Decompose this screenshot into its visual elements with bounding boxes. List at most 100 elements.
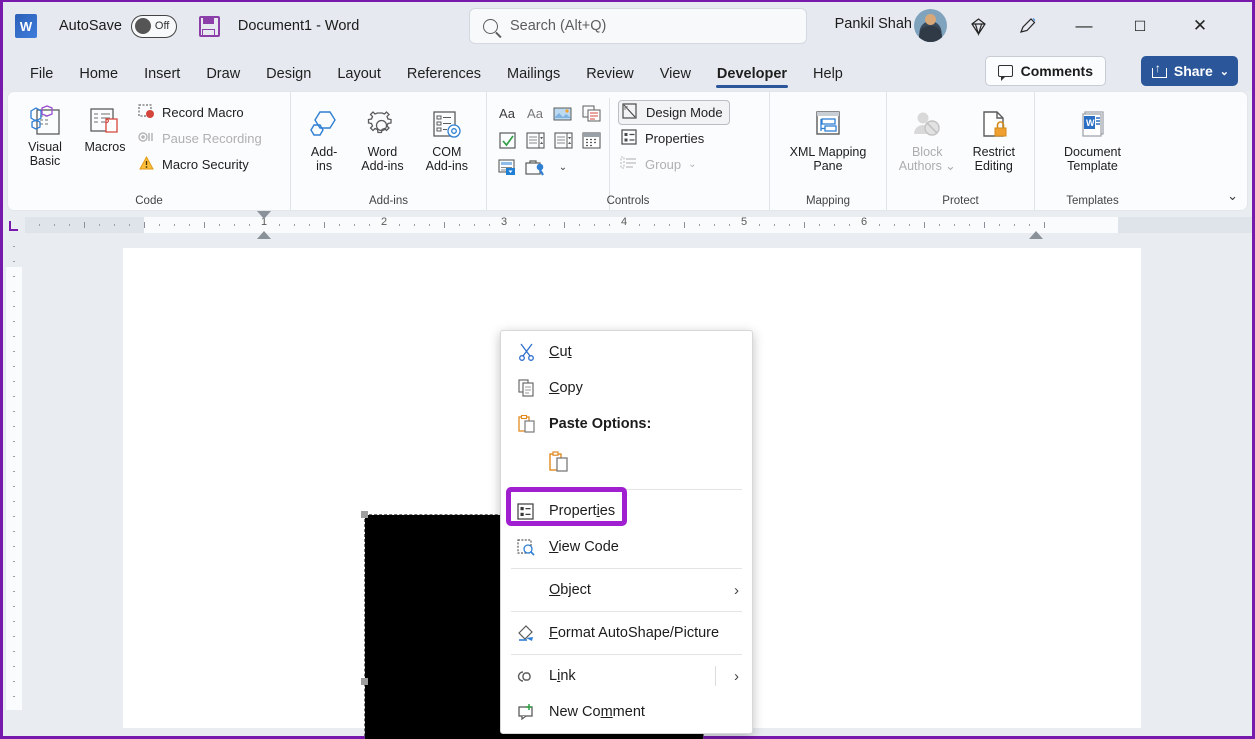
close-button[interactable]: ✕ xyxy=(1188,14,1212,38)
macro-security-button[interactable]: Macro Security xyxy=(136,152,268,177)
menu-item-new-comment[interactable]: New Comment xyxy=(501,694,752,730)
resize-handle-nw[interactable] xyxy=(361,511,368,518)
properties-button[interactable]: Properties xyxy=(618,126,730,151)
menu-item-copy[interactable]: Copy xyxy=(501,370,752,406)
document-template-label-1: Document xyxy=(1064,145,1121,159)
ribbon-collapse-button[interactable]: ⌄ xyxy=(1227,188,1238,204)
menu-item-properties[interactable]: Properties xyxy=(501,493,752,529)
building-block-gallery-icon[interactable] xyxy=(579,101,603,126)
menu-item-object[interactable]: Object › xyxy=(501,572,752,608)
tab-home[interactable]: Home xyxy=(66,66,131,91)
menu-item-format-autoshape[interactable]: Format AutoShape/Picture xyxy=(501,615,752,651)
paste-keep-source-formatting-icon[interactable] xyxy=(549,451,569,477)
ruler-tick xyxy=(369,224,370,226)
add-ins-label-2: ins xyxy=(316,159,333,174)
tab-mailings[interactable]: Mailings xyxy=(494,66,573,91)
combo-box-content-control-icon[interactable] xyxy=(523,128,547,153)
controls-icon-grid: Aa Aa ⌄ xyxy=(495,98,603,210)
vertical-ruler-tick xyxy=(13,381,15,382)
tab-insert[interactable]: Insert xyxy=(131,66,193,91)
avatar[interactable] xyxy=(914,9,947,42)
ruler-tick xyxy=(249,224,250,226)
word-add-ins-button[interactable]: Word Add-ins xyxy=(351,103,413,174)
tab-design[interactable]: Design xyxy=(253,66,324,91)
tab-review[interactable]: Review xyxy=(573,66,647,91)
ruler-row: 123456 xyxy=(3,211,1252,240)
menu-item-link[interactable]: Link › xyxy=(501,658,752,694)
minimize-button[interactable]: — xyxy=(1072,14,1096,38)
cut-icon xyxy=(513,343,539,361)
pen-highlighter-icon[interactable] xyxy=(1016,14,1040,38)
ruler-number: 4 xyxy=(620,216,628,228)
menu-item-cut[interactable]: Cut xyxy=(501,334,752,370)
context-menu[interactable]: Cut Copy Paste Options: Properties View … xyxy=(500,330,753,734)
date-picker-content-control-icon[interactable] xyxy=(579,128,603,153)
xml-mapping-label-2: Pane xyxy=(813,159,843,174)
vertical-ruler-tick xyxy=(13,321,15,322)
tab-view[interactable]: View xyxy=(647,66,704,91)
com-add-ins-button[interactable]: COM Add-ins xyxy=(416,103,478,174)
add-ins-button[interactable]: Add- ins xyxy=(299,103,349,174)
vertical-ruler-tick xyxy=(13,411,15,412)
picture-content-control-icon[interactable] xyxy=(551,101,575,126)
tab-references[interactable]: References xyxy=(394,66,494,91)
format-autoshape-icon xyxy=(513,624,539,642)
ruler-tick xyxy=(969,224,970,226)
resize-handle-w[interactable] xyxy=(361,678,368,685)
ruler-tick xyxy=(414,224,415,226)
record-macro-button[interactable]: Record Macro xyxy=(136,100,268,125)
tab-file[interactable]: File xyxy=(17,66,66,91)
left-tab-stop-icon[interactable] xyxy=(3,211,25,240)
autosave-toggle[interactable]: Off xyxy=(130,14,177,38)
ruler-tick xyxy=(279,224,280,226)
ruler-tick xyxy=(444,222,445,228)
group-icon xyxy=(620,155,638,174)
vertical-ruler-tick xyxy=(13,591,15,592)
visual-basic-button[interactable]: Visual Basic xyxy=(16,98,74,177)
tab-developer[interactable]: Developer xyxy=(704,66,800,91)
plain-text-content-control-icon[interactable]: Aa xyxy=(523,101,547,126)
macros-button[interactable]: Macros xyxy=(76,98,134,177)
first-line-indent-marker[interactable] xyxy=(257,211,271,219)
repeating-section-content-control-icon[interactable] xyxy=(495,155,519,180)
search-input[interactable]: Search (Alt+Q) xyxy=(469,8,807,44)
vertical-ruler-tick xyxy=(13,351,15,352)
design-mode-button[interactable]: Design Mode xyxy=(618,100,730,125)
svg-text:W: W xyxy=(1086,118,1095,128)
legacy-tools-caret-icon[interactable]: ⌄ xyxy=(551,155,575,180)
menu-separator-1 xyxy=(511,489,742,490)
ruler-tick xyxy=(1044,222,1045,228)
group-button: Group ⌄ xyxy=(618,152,730,177)
vertical-ruler-tick xyxy=(13,471,15,472)
tab-help[interactable]: Help xyxy=(800,66,856,91)
share-caret-icon: ⌄ xyxy=(1219,65,1229,78)
comments-button[interactable]: Comments xyxy=(984,56,1106,86)
xml-mapping-pane-button[interactable]: XML Mapping Pane xyxy=(778,103,878,174)
check-box-content-control-icon[interactable] xyxy=(495,128,519,153)
restrict-editing-button[interactable]: Restrict Editing xyxy=(962,103,1027,174)
maximize-button[interactable]: ☐ xyxy=(1128,14,1152,38)
tab-draw[interactable]: Draw xyxy=(193,66,253,91)
vertical-ruler[interactable] xyxy=(3,240,25,710)
paste-options-gallery[interactable] xyxy=(501,442,752,486)
ruler-tick xyxy=(909,224,910,226)
hanging-indent-marker[interactable] xyxy=(257,231,271,239)
tab-layout[interactable]: Layout xyxy=(324,66,394,91)
vertical-ruler-tick xyxy=(13,246,15,247)
right-indent-marker[interactable] xyxy=(1029,231,1043,239)
autosave-label: AutoSave xyxy=(59,18,122,34)
share-button[interactable]: Share ⌄ xyxy=(1140,56,1238,86)
drop-down-list-content-control-icon[interactable] xyxy=(551,128,575,153)
diamond-icon[interactable] xyxy=(966,14,990,38)
document-template-button[interactable]: W Document Template xyxy=(1045,103,1141,174)
rich-text-content-control-icon[interactable]: Aa xyxy=(495,101,519,126)
legacy-tools-icon[interactable] xyxy=(523,155,547,180)
object-submenu-arrow-icon: › xyxy=(734,581,739,599)
vertical-ruler-tick xyxy=(13,696,15,697)
ruler-tick xyxy=(204,222,205,228)
ruler-tick xyxy=(834,224,835,226)
menu-label-format-autoshape: Format AutoShape/Picture xyxy=(549,625,720,641)
save-icon[interactable] xyxy=(198,15,220,37)
menu-item-view-code[interactable]: View Code xyxy=(501,529,752,565)
horizontal-ruler[interactable]: 123456 xyxy=(25,211,1252,240)
